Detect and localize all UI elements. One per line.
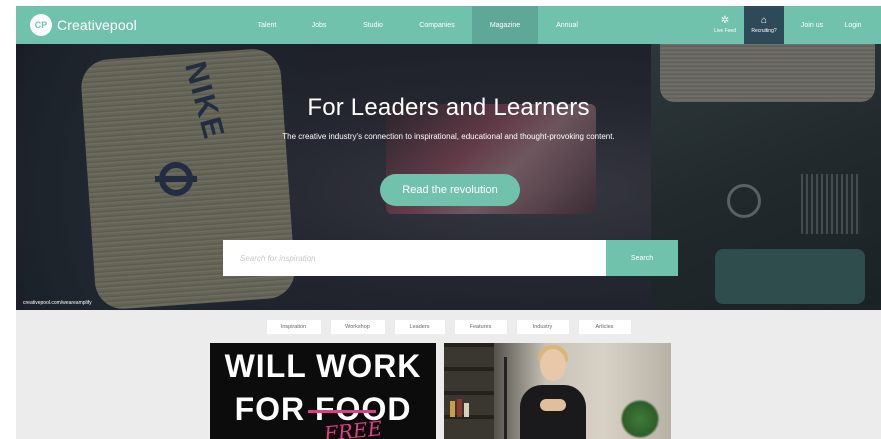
read-the-revolution-button[interactable]: Read the revolution	[380, 174, 520, 206]
tab-workshop[interactable]: Workshop	[330, 320, 385, 334]
nav-item-studio[interactable]: Studio	[344, 6, 402, 44]
creativepool-logo[interactable]: CP Creativepool	[30, 14, 137, 36]
search-input[interactable]	[223, 240, 606, 276]
tab-industry[interactable]: Industry	[516, 320, 569, 334]
logo-wordmark: Creativepool	[57, 17, 137, 33]
nav-live-feed[interactable]: ✲ Live Feed	[706, 6, 744, 44]
hero-title: For Leaders and Learners	[307, 94, 590, 121]
house-plant	[620, 399, 660, 439]
book-spine	[464, 403, 469, 417]
nav-recruiting[interactable]: ⌂ Recruiting?	[744, 6, 784, 44]
strikethrough-mark	[308, 410, 376, 413]
person-body	[520, 385, 586, 439]
nav-join-us[interactable]: Join us	[790, 6, 834, 44]
nav-item-magazine[interactable]: Magazine	[472, 6, 538, 44]
building-icon: ⌂	[760, 15, 768, 26]
article-card-will-work-for-food[interactable]: WILL WORK FOR FOOD FREE	[210, 343, 436, 439]
tab-features[interactable]: Features	[454, 320, 507, 334]
hero-banner: NIKE For Leaders and Learners The creati…	[16, 44, 881, 310]
floor-lamp	[504, 357, 507, 439]
card-headline-line-1: WILL WORK	[224, 348, 422, 384]
hero-subtitle: The creative industry's connection to in…	[282, 132, 615, 141]
book-spine	[450, 401, 455, 417]
nav-item-companies[interactable]: Companies	[402, 6, 472, 44]
nav-login[interactable]: Login	[834, 6, 872, 44]
recruiting-label: Recruiting?	[751, 28, 777, 34]
live-feed-label: Live Feed	[714, 28, 736, 34]
bookshelf	[444, 343, 494, 439]
person-head	[540, 349, 566, 381]
logo-mark-icon: CP	[30, 14, 52, 36]
gear-icon: ✲	[720, 15, 730, 26]
top-navigation-bar: CP Creativepool Talent Jobs Studio Compa…	[16, 6, 881, 44]
tab-inspiration[interactable]: Inspiration	[266, 320, 321, 334]
category-tabs: Inspiration Workshop Leaders Features In…	[16, 320, 881, 334]
search-button[interactable]: Search	[606, 240, 678, 276]
tab-articles[interactable]: Articles	[578, 320, 631, 334]
person-hands	[540, 399, 566, 411]
hero-image-credit[interactable]: creativepool.com/weareamplify	[23, 300, 92, 306]
article-card-speaker-photo[interactable]	[444, 343, 671, 439]
book-spine	[457, 399, 462, 417]
nav-item-annual[interactable]: Annual	[538, 6, 596, 44]
page-frame: CP Creativepool Talent Jobs Studio Compa…	[16, 6, 881, 439]
tab-leaders[interactable]: Leaders	[394, 320, 445, 334]
nav-item-talent[interactable]: Talent	[240, 6, 294, 44]
nav-item-jobs[interactable]: Jobs	[294, 6, 344, 44]
